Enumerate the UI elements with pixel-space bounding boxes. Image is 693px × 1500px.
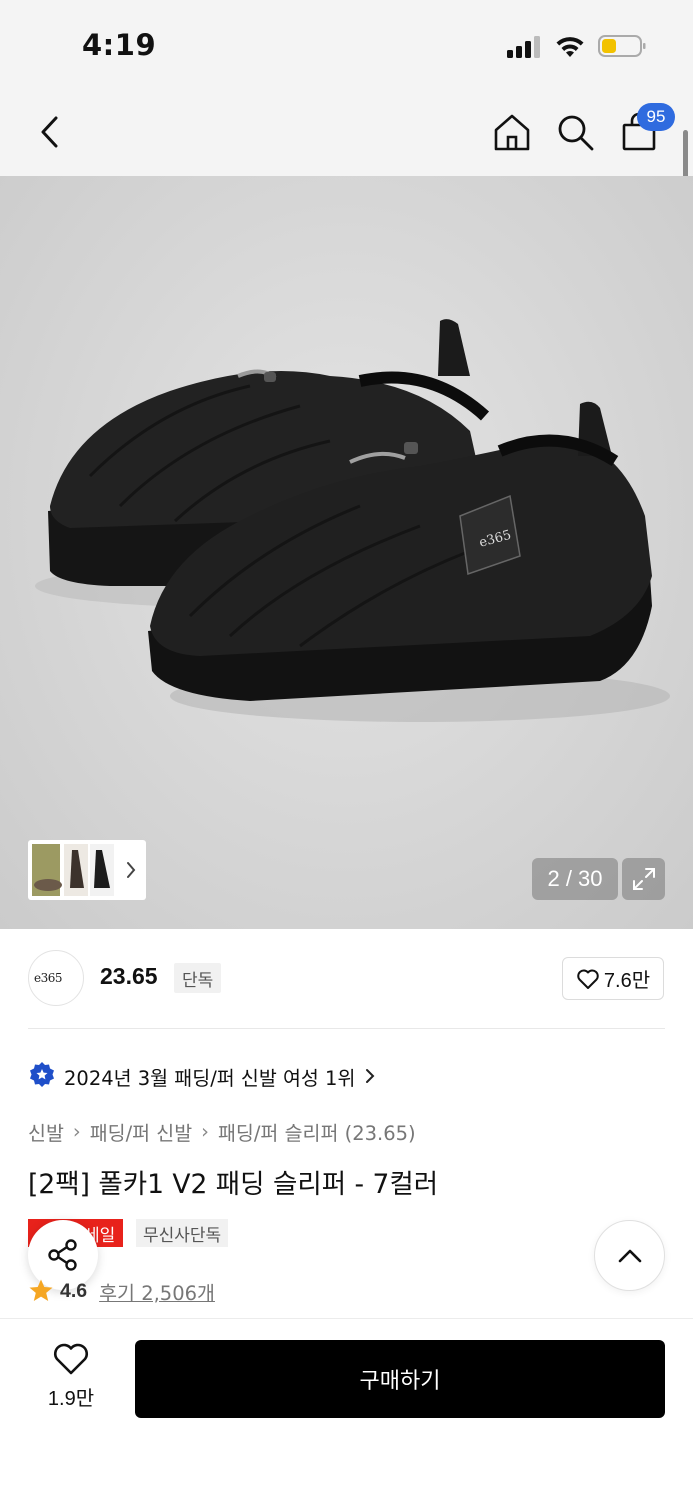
heart-outline-icon — [577, 969, 599, 989]
product-image-gallery[interactable]: e365 2 / 30 — [0, 176, 693, 929]
brand-like-button[interactable]: 7.6만 — [562, 957, 664, 1000]
brand-exclusive-tag: 단독 — [174, 963, 222, 993]
chevron-up-icon — [618, 1249, 641, 1262]
chevron-right-icon — [366, 1069, 375, 1083]
battery-icon — [598, 35, 646, 57]
home-icon — [494, 114, 530, 151]
expand-icon — [632, 868, 655, 890]
heart-outline-icon — [54, 1343, 88, 1375]
share-icon — [48, 1239, 77, 1271]
search-button[interactable] — [553, 110, 597, 154]
chevron-left-icon — [41, 116, 58, 148]
ranking-text: 2024년 3월 패딩/퍼 신발 여성 1위 — [64, 1066, 356, 1090]
breadcrumb-item[interactable]: 패딩/퍼 슬리퍼 (23.65) — [218, 1117, 416, 1146]
rating-score: 4.6 — [60, 1279, 88, 1302]
product-like-button[interactable]: 1.9만 — [36, 1342, 106, 1414]
divider — [28, 1028, 665, 1029]
breadcrumb-separator-icon: › — [201, 1120, 209, 1143]
brand-logo-mark: e365 — [34, 971, 63, 985]
breadcrumb-separator-icon: › — [72, 1120, 81, 1143]
fullscreen-button[interactable] — [622, 858, 665, 900]
svg-text:e365: e365 — [34, 971, 62, 985]
breadcrumb-item[interactable]: 신발 — [28, 1117, 64, 1146]
back-button[interactable] — [28, 110, 72, 154]
chevron-right-icon — [127, 862, 136, 878]
buy-button[interactable]: 구매하기 — [135, 1340, 665, 1418]
wifi-icon — [556, 37, 584, 57]
product-like-count: 1.9만 — [47, 1388, 95, 1410]
status-bar: 4:19 — [0, 0, 693, 90]
home-button[interactable] — [490, 110, 534, 154]
status-time: 4:19 — [82, 28, 157, 62]
cellular-signal-icon — [507, 36, 540, 58]
image-page-counter: 2 / 30 — [532, 858, 618, 900]
brand-logo[interactable]: e365 — [28, 950, 84, 1006]
brand-like-count: 7.6만 — [603, 970, 651, 992]
search-icon — [558, 115, 594, 151]
star-icon — [29, 1279, 53, 1301]
breadcrumb-item[interactable]: 패딩/퍼 신발 — [90, 1117, 192, 1146]
product-title: [2팩] 폴카1 V2 패딩 슬리퍼 - 7컬러 — [28, 1169, 439, 1200]
ranking-banner[interactable]: 2024년 3월 패딩/퍼 신발 여성 1위 — [28, 1060, 377, 1092]
cart-count-badge: 95 — [637, 103, 675, 131]
top-nav-bar — [0, 90, 693, 176]
award-badge-icon — [30, 1062, 54, 1087]
exclusive-badge: 무신사단독 — [136, 1219, 229, 1247]
rating-row: 4.6 후기 2,506개 — [28, 1277, 215, 1305]
thumbnail-strip[interactable] — [28, 840, 146, 900]
reviews-link[interactable]: 후기 2,506개 — [99, 1277, 215, 1306]
scroll-to-top-button[interactable] — [594, 1220, 665, 1291]
brand-name[interactable]: 23.65 — [100, 963, 158, 990]
category-breadcrumb: 신발 › 패딩/퍼 신발 › 패딩/퍼 슬리퍼 (23.65) — [28, 1117, 416, 1146]
product-photo-padded-slippers: e365 — [35, 319, 670, 722]
